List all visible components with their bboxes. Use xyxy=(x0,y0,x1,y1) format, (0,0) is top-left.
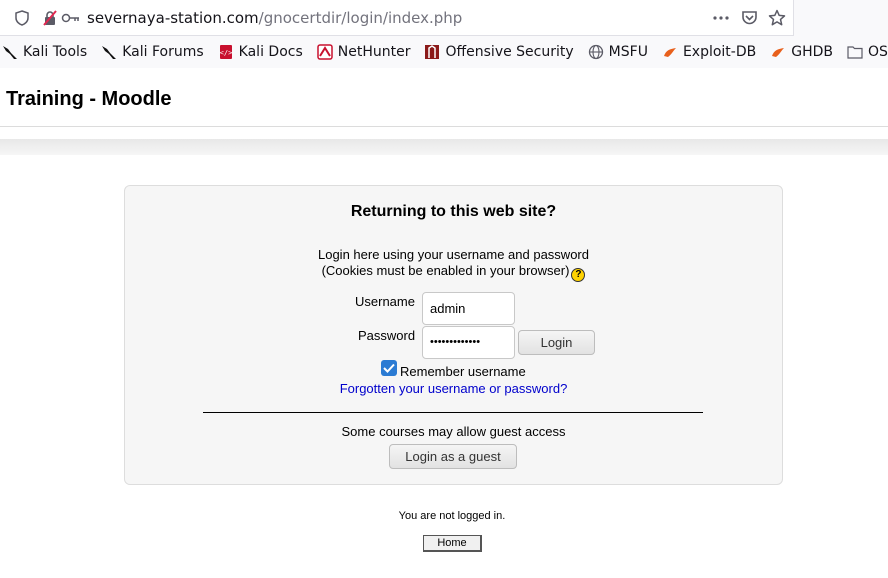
key-icon[interactable] xyxy=(61,9,81,27)
bookmark-label: Kali Forums xyxy=(122,44,204,60)
bookmark-label: MSFU xyxy=(608,44,648,60)
site-title: Training - Moodle xyxy=(6,88,172,110)
offsec-icon xyxy=(424,44,440,60)
bookmark-star-icon[interactable] xyxy=(767,8,787,28)
forgot-password-link-row: Forgotten your username or password? xyxy=(125,381,782,396)
url-host: severnaya-station.com xyxy=(87,9,259,27)
remember-username-label: Remember username xyxy=(400,364,526,379)
bookmark-kali-docs[interactable]: </> Kali Docs xyxy=(218,44,303,60)
bookmark-folder-oscp[interactable]: OSCP xyxy=(847,44,888,60)
kali-dragon-icon xyxy=(101,44,117,60)
url-bar[interactable]: severnaya-station.com/gnocertdir/login/i… xyxy=(0,0,794,36)
pocket-icon[interactable] xyxy=(739,8,759,28)
bookmark-kali-tools[interactable]: Kali Tools xyxy=(2,44,87,60)
login-status-text: You are not logged in. xyxy=(398,510,506,522)
bookmarks-toolbar: Kali Tools Kali Forums </> Kali Docs Net… xyxy=(0,36,888,68)
exploitdb-icon xyxy=(770,44,786,60)
divider xyxy=(203,412,703,413)
bookmark-label: OSCP xyxy=(868,44,888,60)
home-button[interactable]: Home xyxy=(423,535,482,552)
login-desc-line2: (Cookies must be enabled in your browser… xyxy=(321,263,570,278)
kali-dragon-icon xyxy=(2,44,18,60)
bookmark-ghdb[interactable]: GHDB xyxy=(770,44,833,60)
url-path: /gnocertdir/login/index.php xyxy=(258,9,463,27)
bookmark-nethunter[interactable]: NetHunter xyxy=(317,44,411,60)
shield-icon[interactable] xyxy=(13,9,31,27)
page-actions xyxy=(711,8,787,28)
login-desc-line2-row: (Cookies must be enabled in your browser… xyxy=(125,263,782,282)
page-header: Training - Moodle xyxy=(0,68,888,127)
login-button[interactable]: Login xyxy=(518,330,595,355)
folder-icon xyxy=(847,44,863,60)
nethunter-icon xyxy=(317,44,333,60)
bookmark-offensive-security[interactable]: Offensive Security xyxy=(424,44,574,60)
login-description: Login here using your username and passw… xyxy=(125,247,782,282)
page-content: Training - Moodle Returning to this web … xyxy=(0,68,888,578)
bookmark-msfu[interactable]: MSFU xyxy=(588,44,648,60)
bookmark-label: Kali Docs xyxy=(238,44,303,60)
bookmark-exploit-db[interactable]: Exploit-DB xyxy=(662,44,756,60)
password-label: Password xyxy=(358,328,416,343)
password-input[interactable]: ••••••••••••• xyxy=(422,326,515,359)
more-actions-icon[interactable] xyxy=(711,8,731,28)
forgot-password-link[interactable]: Forgotten your username or password? xyxy=(340,381,568,396)
guest-access-text: Some courses may allow guest access xyxy=(341,424,566,439)
bookmark-label: NetHunter xyxy=(337,44,411,60)
remember-username-checkbox[interactable] xyxy=(381,360,397,376)
username-input[interactable]: admin xyxy=(422,292,515,325)
bookmark-label: Kali Tools xyxy=(23,44,88,60)
bookmark-label: Offensive Security xyxy=(445,44,574,60)
help-icon[interactable]: ? xyxy=(571,268,586,282)
svg-text:</>: </> xyxy=(219,49,232,57)
exploitdb-icon xyxy=(662,44,678,60)
bookmark-kali-forums[interactable]: Kali Forums xyxy=(101,44,204,60)
insecure-connection-icon[interactable] xyxy=(41,9,59,27)
login-box: Returning to this web site? Login here u… xyxy=(124,185,783,485)
bookmark-label: GHDB xyxy=(791,44,833,60)
bookmark-label: Exploit-DB xyxy=(682,44,757,60)
login-heading: Returning to this web site? xyxy=(350,203,557,220)
globe-icon xyxy=(588,44,604,60)
login-desc-line1: Login here using your username and passw… xyxy=(317,247,589,262)
url-text[interactable]: severnaya-station.com/gnocertdir/login/i… xyxy=(87,9,462,27)
login-as-guest-button[interactable]: Login as a guest xyxy=(389,444,517,469)
navbar xyxy=(0,139,888,155)
kali-docs-icon: </> xyxy=(218,44,234,60)
username-label: Username xyxy=(355,294,415,309)
